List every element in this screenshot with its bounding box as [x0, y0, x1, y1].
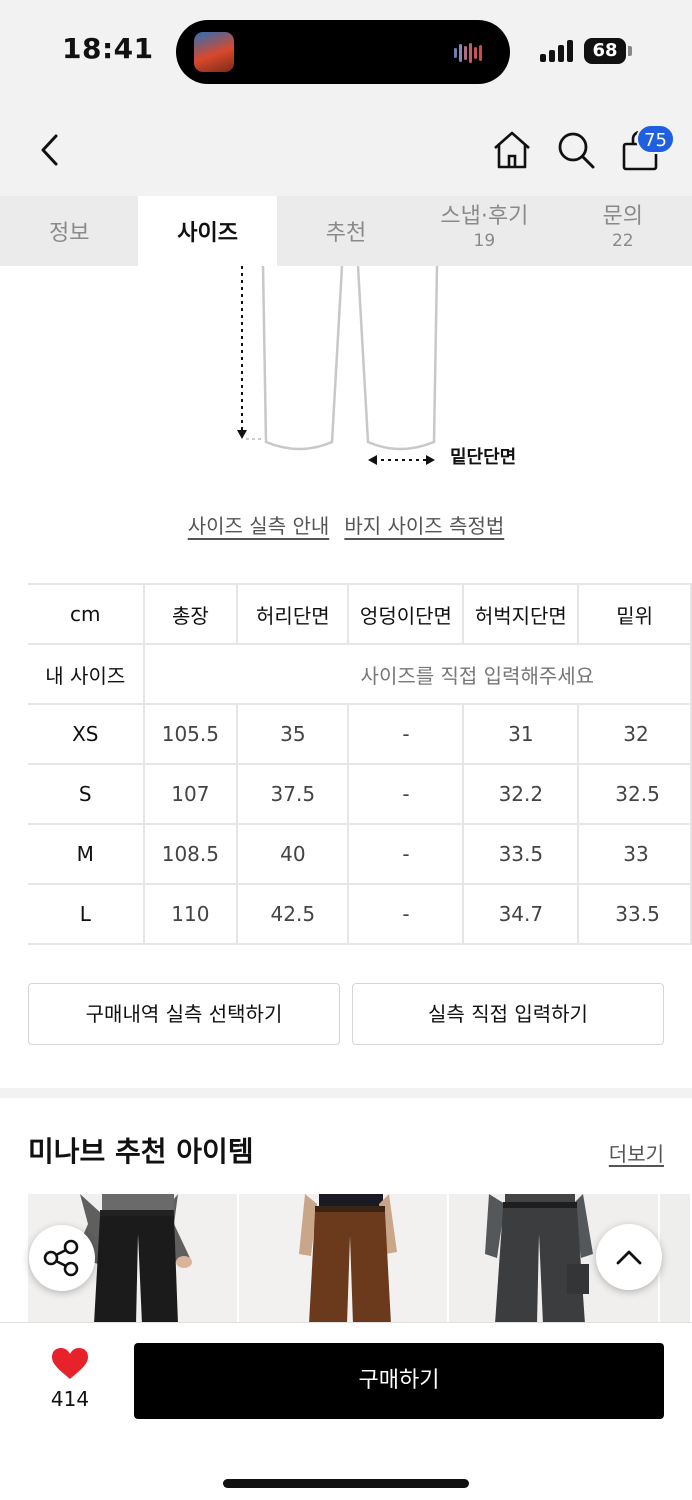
- size-table: cm 총장 허리단면 엉덩이단면 허벅지단면 밑위 내 사이즈 사이즈를 직접 …: [28, 583, 692, 945]
- my-size-row[interactable]: 내 사이즈 사이즈를 직접 입력해주세요: [28, 643, 692, 704]
- tab-snap-review-label: 스냅·후기: [440, 204, 529, 229]
- table-cell: -: [348, 703, 465, 764]
- cart-count-badge: 75: [636, 124, 675, 154]
- table-cell: 42.5: [237, 883, 350, 945]
- pants-size-diagram: 밑단단면: [0, 265, 692, 476]
- tab-recommend[interactable]: 추천: [277, 196, 415, 266]
- battery-icon: 68: [584, 38, 626, 64]
- column-header: 허벅지단면: [463, 583, 580, 644]
- column-header: cm: [28, 583, 145, 644]
- table-row: XS 105.5 35 - 31 32: [28, 703, 692, 764]
- home-indicator[interactable]: [223, 1479, 469, 1488]
- table-header-row: cm 총장 허리단면 엉덩이단면 허벅지단면 밑위: [28, 583, 692, 644]
- tab-snap-review[interactable]: 스냅·후기 19: [415, 196, 553, 266]
- column-header: 총장: [143, 583, 239, 644]
- recommend-title: 미나브 추천 아이템: [28, 1135, 254, 1168]
- table-row: S 107 37.5 - 32.2 32.5: [28, 763, 692, 824]
- scroll-to-top-button[interactable]: [596, 1224, 662, 1290]
- product-tabs: 정보 사이즈 추천 스냅·후기 19 문의 22: [0, 196, 692, 266]
- tab-inquiry-count: 22: [611, 231, 634, 251]
- size-table-scroll[interactable]: cm 총장 허리단면 엉덩이단면 허벅지단면 밑위 내 사이즈 사이즈를 직접 …: [0, 583, 692, 947]
- size-guide-links: 사이즈 실측 안내 바지 사이즈 측정법: [0, 510, 692, 539]
- like-count: 414: [50, 1387, 90, 1411]
- search-icon[interactable]: [556, 128, 596, 172]
- size-label: S: [28, 763, 145, 824]
- table-cell: 33.5: [463, 823, 580, 884]
- table-cell: -: [348, 763, 465, 824]
- section-divider: [0, 1088, 692, 1098]
- status-time: 18:41: [62, 32, 154, 65]
- heart-icon: [52, 1348, 88, 1379]
- table-cell: 105.5: [143, 703, 239, 764]
- table-row: L 110 42.5 - 34.7 33.5: [28, 883, 692, 945]
- size-guide-link[interactable]: 사이즈 실측 안내: [188, 510, 330, 539]
- column-header: 엉덩이단면: [348, 583, 465, 644]
- tab-size-label: 사이즈: [177, 221, 238, 246]
- share-button[interactable]: [29, 1225, 95, 1291]
- top-header: 75: [0, 102, 692, 196]
- table-cell: 32: [578, 703, 692, 764]
- tab-recommend-label: 추천: [325, 221, 367, 246]
- brown-pants-photo: [298, 1194, 397, 1324]
- recommend-more-link[interactable]: 더보기: [609, 1138, 664, 1167]
- recommend-item-image[interactable]: [660, 1194, 691, 1324]
- pants-outline-drawing: [237, 265, 439, 465]
- table-cell: 110: [143, 883, 239, 945]
- battery-tip: [628, 46, 632, 56]
- size-label: L: [28, 883, 145, 945]
- tab-inquiry-label: 문의: [602, 204, 643, 229]
- tab-info[interactable]: 정보: [0, 196, 138, 266]
- table-cell: 40: [237, 823, 350, 884]
- buy-button[interactable]: 구매하기: [134, 1343, 664, 1419]
- bottom-purchase-bar: 414 구매하기: [0, 1322, 692, 1500]
- now-playing-app-icon: [194, 32, 234, 72]
- tab-info-label: 정보: [48, 221, 90, 246]
- tab-snap-review-count: 19: [473, 231, 496, 251]
- back-arrow-icon[interactable]: [36, 130, 66, 170]
- table-cell: -: [348, 883, 465, 945]
- table-cell: 33: [578, 823, 692, 884]
- dynamic-island[interactable]: [176, 20, 510, 84]
- select-from-purchase-history-button[interactable]: 구매내역 실측 선택하기: [28, 983, 340, 1045]
- cellular-signal-icon: [540, 40, 576, 62]
- my-size-input-hint[interactable]: 사이즈를 직접 입력해주세요: [143, 643, 692, 704]
- size-label: M: [28, 823, 145, 884]
- home-icon[interactable]: [492, 128, 532, 172]
- table-cell: -: [348, 823, 465, 884]
- table-cell: 32.2: [463, 763, 580, 824]
- recommend-carousel[interactable]: [28, 1194, 692, 1324]
- table-cell: 34.7: [463, 883, 580, 945]
- table-cell: 32.5: [578, 763, 692, 824]
- column-header: 허리단면: [237, 583, 350, 644]
- table-cell: 31: [463, 703, 580, 764]
- tab-size[interactable]: 사이즈: [138, 196, 277, 266]
- direct-input-measurement-button[interactable]: 실측 직접 입력하기: [352, 983, 664, 1045]
- hem-width-label: 밑단단면: [450, 447, 517, 468]
- my-size-label: 내 사이즈: [28, 643, 145, 704]
- column-header: 밑위: [578, 583, 692, 644]
- measure-guide-link[interactable]: 바지 사이즈 측정법: [344, 510, 504, 539]
- table-cell: 108.5: [143, 823, 239, 884]
- table-cell: 33.5: [578, 883, 692, 945]
- table-row: M 108.5 40 - 33.5 33: [28, 823, 692, 884]
- like-button[interactable]: 414: [40, 1347, 100, 1411]
- table-cell: 37.5: [237, 763, 350, 824]
- size-label: XS: [28, 703, 145, 764]
- share-icon: [43, 1239, 79, 1277]
- tab-inquiry[interactable]: 문의 22: [554, 196, 692, 266]
- table-cell: 107: [143, 763, 239, 824]
- chevron-up-icon: [616, 1250, 642, 1265]
- recommend-item-image[interactable]: [238, 1194, 448, 1324]
- audio-waveform-icon: [454, 42, 492, 63]
- table-cell: 35: [237, 703, 350, 764]
- status-bar: 18:41 68: [0, 0, 692, 102]
